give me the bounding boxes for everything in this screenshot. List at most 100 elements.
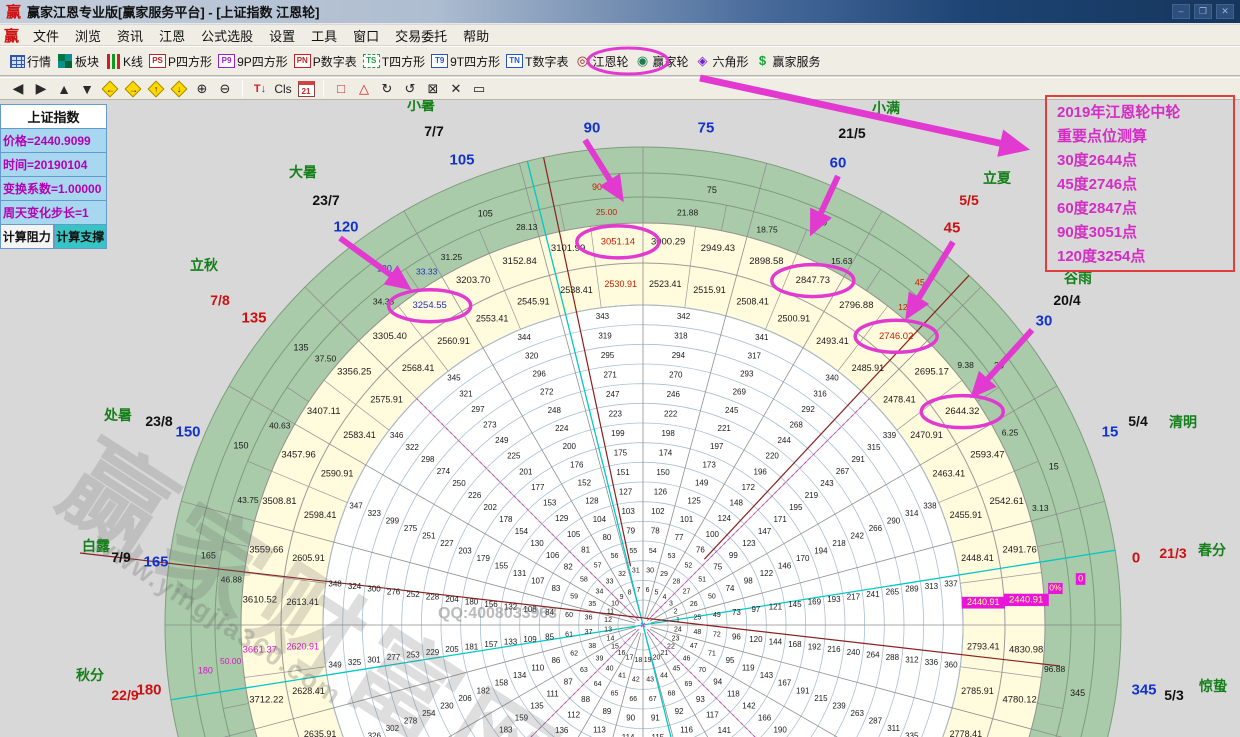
cls-icon[interactable]: Cls xyxy=(273,79,293,98)
svg-text:253: 253 xyxy=(406,650,420,659)
svg-text:266: 266 xyxy=(869,524,883,533)
toolbar-button-T四方形[interactable]: TST四方形 xyxy=(360,49,428,73)
down-icon[interactable]: ▼ xyxy=(77,79,97,98)
menu-item-9[interactable]: 帮助 xyxy=(455,24,497,47)
toolbar-button-9P四方形[interactable]: P99P四方形 xyxy=(215,49,291,73)
zoom-in-icon[interactable]: ⊕ xyxy=(192,79,212,98)
menu-item-4[interactable]: 公式选股 xyxy=(193,24,261,47)
triangle-icon[interactable]: △ xyxy=(354,79,374,98)
toolbar-button-六角形[interactable]: ◈六角形 xyxy=(692,49,752,73)
svg-text:28: 28 xyxy=(673,578,681,585)
date-label: 5/5 xyxy=(959,192,978,208)
toolbar-button-T数字表[interactable]: TNT数字表 xyxy=(503,49,571,73)
svg-text:251: 251 xyxy=(422,531,436,540)
calendar-21-icon[interactable]: 21 xyxy=(296,79,316,98)
degree-label: 0 xyxy=(1132,550,1140,567)
solar-term-label: 小满 xyxy=(872,98,900,118)
menu-item-5[interactable]: 设置 xyxy=(261,24,303,47)
shrink-icon[interactable]: ✕ xyxy=(446,79,466,98)
svg-text:222: 222 xyxy=(664,410,678,419)
zoom-out-icon[interactable]: ⊖ xyxy=(215,79,235,98)
svg-text:2605.91: 2605.91 xyxy=(292,553,325,563)
svg-text:221: 221 xyxy=(718,424,732,433)
svg-text:108: 108 xyxy=(523,605,537,614)
svg-text:61: 61 xyxy=(565,632,573,639)
toolbar-button-K线[interactable]: K线 xyxy=(102,49,146,73)
svg-text:133: 133 xyxy=(504,638,518,647)
annotation-line-2: 30度2644点 xyxy=(1057,149,1233,173)
toolbar-button-label: 行情 xyxy=(27,53,51,70)
svg-text:96: 96 xyxy=(732,632,741,641)
rotate-ccw-icon[interactable]: ↺ xyxy=(400,79,420,98)
svg-text:52: 52 xyxy=(684,563,692,570)
menu-item-7[interactable]: 窗口 xyxy=(345,24,387,47)
rotate-cw-icon[interactable]: ↻ xyxy=(377,79,397,98)
diamond-right-icon[interactable]: → xyxy=(123,79,143,98)
toolbar-button-P四方形[interactable]: PSP四方形 xyxy=(146,49,215,73)
forward-icon[interactable]: ▶ xyxy=(31,79,51,98)
svg-text:31.25: 31.25 xyxy=(441,252,463,262)
toolbar-button-9T四方形[interactable]: T99T四方形 xyxy=(428,49,503,73)
back-icon[interactable]: ◀ xyxy=(8,79,28,98)
svg-text:32: 32 xyxy=(618,571,626,578)
menu-item-3[interactable]: 江恩 xyxy=(151,24,193,47)
svg-text:2575.91: 2575.91 xyxy=(370,395,403,405)
toolbar-button-江恩轮[interactable]: ◎江恩轮 xyxy=(571,49,631,73)
svg-text:2778.41: 2778.41 xyxy=(950,729,983,737)
svg-text:87: 87 xyxy=(564,677,573,686)
select-icon[interactable]: ▭ xyxy=(469,79,489,98)
solar-term-label: 白露 xyxy=(82,536,110,556)
svg-text:205: 205 xyxy=(445,645,459,654)
date-label: 7/9 xyxy=(111,549,130,565)
svg-text:2590.91: 2590.91 xyxy=(321,469,354,479)
toolbar-button-板块[interactable]: 板块 xyxy=(54,49,102,73)
svg-text:30: 30 xyxy=(646,567,654,574)
solar-term-label: 惊蛰 xyxy=(1199,676,1227,696)
diamond-left-icon[interactable]: ← xyxy=(100,79,120,98)
svg-text:2523.41: 2523.41 xyxy=(649,279,682,289)
svg-text:316: 316 xyxy=(813,389,827,398)
solar-term-label: 春分 xyxy=(1198,540,1226,560)
toolbar-button-赢家服务[interactable]: $赢家服务 xyxy=(752,49,824,73)
toolbar-separator xyxy=(242,80,243,97)
close-button[interactable]: ✕ xyxy=(1216,4,1234,19)
svg-text:39: 39 xyxy=(596,655,604,662)
svg-text:122: 122 xyxy=(760,569,774,578)
toolbar-button-P数字表[interactable]: PNP数字表 xyxy=(291,49,360,73)
toolbar-button-行情[interactable]: 行情 xyxy=(6,49,54,73)
minimize-button[interactable]: – xyxy=(1172,4,1190,19)
menu-item-2[interactable]: 资讯 xyxy=(109,24,151,47)
diamond-up-icon[interactable]: ↑ xyxy=(146,79,166,98)
svg-text:0: 0 xyxy=(1078,573,1083,583)
toolbar-button-label: T四方形 xyxy=(382,53,425,70)
calc-resistance-button[interactable]: 计算阻力 xyxy=(0,225,54,249)
degree-label: 30 xyxy=(1036,313,1053,330)
svg-text:2847.73: 2847.73 xyxy=(796,275,830,286)
menu-item-8[interactable]: 交易委托 xyxy=(387,24,455,47)
square-icon[interactable]: □ xyxy=(331,79,351,98)
svg-text:301: 301 xyxy=(367,656,381,665)
svg-text:181: 181 xyxy=(465,643,479,652)
svg-text:218: 218 xyxy=(832,539,846,548)
maximize-button[interactable]: ❐ xyxy=(1194,4,1212,19)
degree-label: 180 xyxy=(136,682,161,699)
svg-text:338: 338 xyxy=(923,501,937,510)
svg-text:135: 135 xyxy=(530,701,544,710)
menu-item-1[interactable]: 浏览 xyxy=(67,24,109,47)
xbox-icon[interactable]: ⊠ xyxy=(423,79,443,98)
svg-text:2463.41: 2463.41 xyxy=(933,469,966,479)
svg-text:24: 24 xyxy=(674,626,682,633)
menu-item-6[interactable]: 工具 xyxy=(303,24,345,47)
toolbar-button-赢家轮[interactable]: ◉赢家轮 xyxy=(631,49,691,73)
t-shift-icon[interactable]: T↓ xyxy=(250,79,270,98)
menu-item-0[interactable]: 文件 xyxy=(25,24,67,47)
svg-text:323: 323 xyxy=(368,509,382,518)
calc-support-button[interactable]: 计算支撑 xyxy=(54,225,108,249)
svg-text:239: 239 xyxy=(832,701,846,710)
diamond-down-icon[interactable]: ↓ xyxy=(169,79,189,98)
solar-term-label: 大暑 xyxy=(289,162,317,182)
svg-text:216: 216 xyxy=(827,645,841,654)
svg-text:3661.37: 3661.37 xyxy=(243,645,277,656)
svg-text:25.00: 25.00 xyxy=(596,207,618,217)
up-icon[interactable]: ▲ xyxy=(54,79,74,98)
